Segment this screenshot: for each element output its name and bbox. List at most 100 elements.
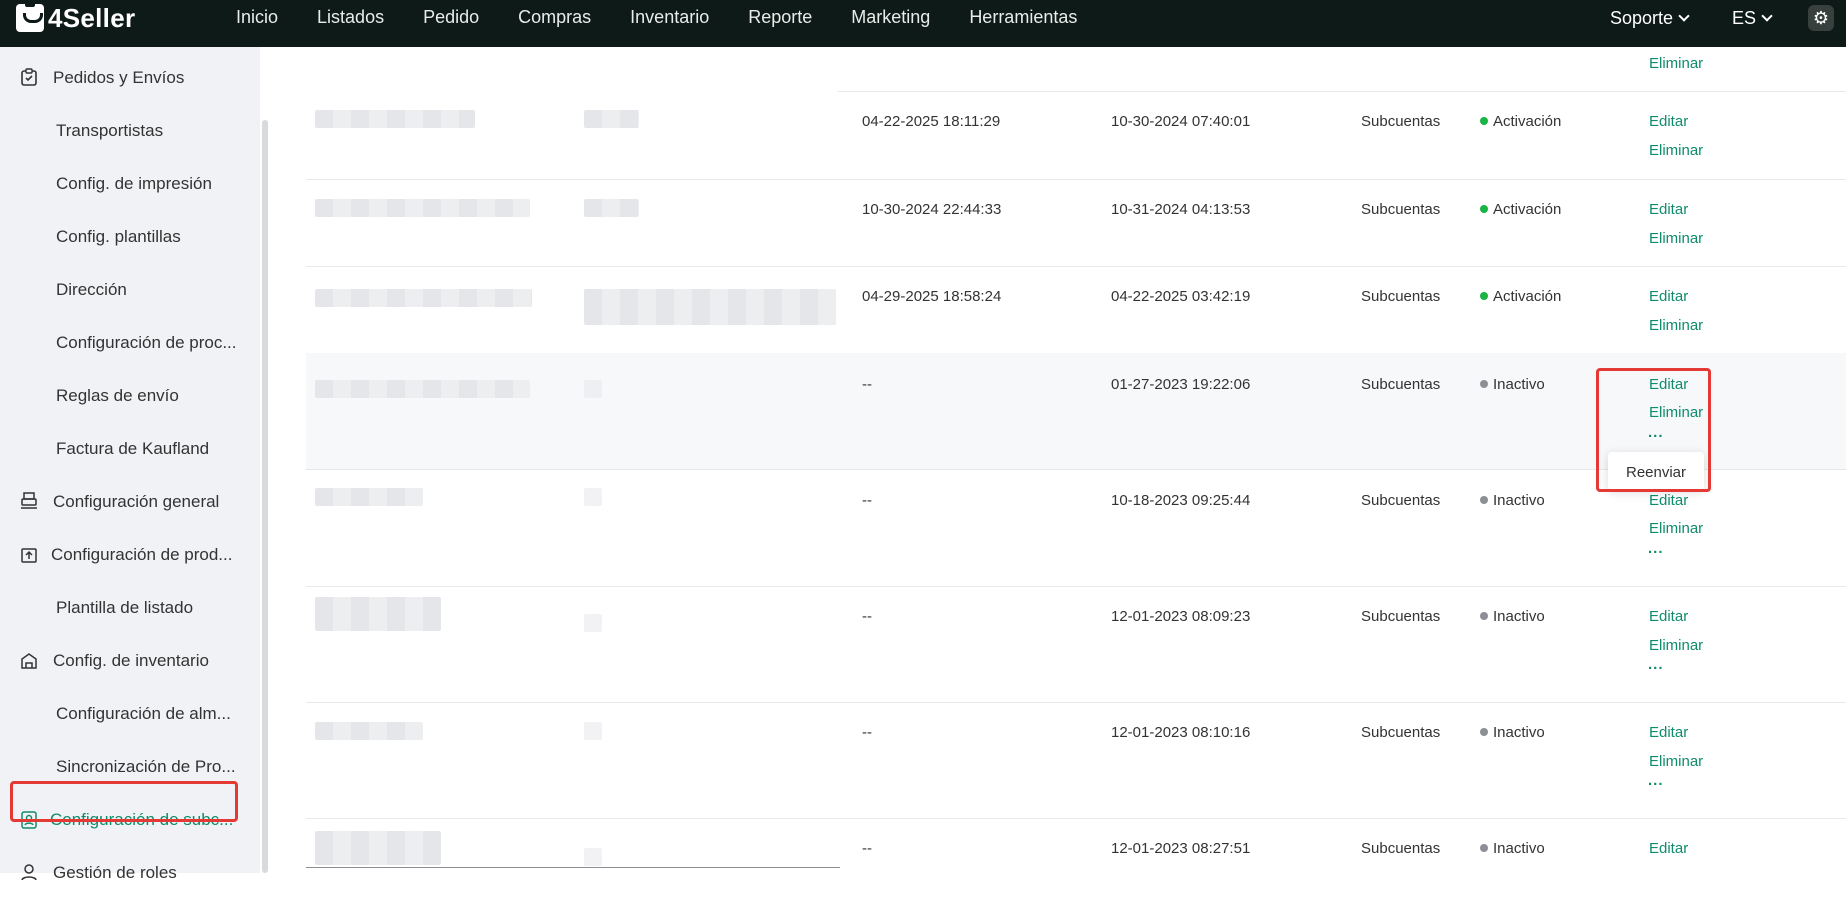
status-badge: Activación <box>1480 201 1561 218</box>
cell-type: Subcuentas <box>1361 288 1441 305</box>
sidebar-item-direccion[interactable]: Dirección <box>0 263 250 316</box>
edit-link[interactable]: Editar <box>1649 840 1688 857</box>
status-label: Activación <box>1493 113 1562 130</box>
status-dot <box>1480 844 1488 852</box>
horizontal-scrollbar[interactable] <box>306 867 840 868</box>
active-item-highlight <box>10 781 238 822</box>
delete-link[interactable]: Eliminar <box>1649 637 1703 654</box>
status-label: Inactivo <box>1493 376 1545 393</box>
cell-date-2: 10-18-2023 09:25:44 <box>1111 492 1251 509</box>
support-label: Soporte <box>1610 8 1674 28</box>
edit-link[interactable]: Editar <box>1649 608 1688 625</box>
sidebar-item-config-prod[interactable]: Configuración de prod... <box>0 528 250 581</box>
blurred-email <box>584 110 639 128</box>
printer-icon <box>21 492 37 509</box>
nav-listados[interactable]: Listados <box>317 0 384 34</box>
blurred-email <box>584 380 602 398</box>
status-dot <box>1480 205 1488 213</box>
clipboard-icon <box>21 68 37 86</box>
cell-date-1: -- <box>862 840 872 857</box>
sidebar-item-config-plantillas[interactable]: Config. plantillas <box>0 210 250 263</box>
status-label: Inactivo <box>1493 840 1545 857</box>
more-actions-button[interactable]: ... <box>1648 772 1664 789</box>
chevron-down-icon <box>1761 10 1773 22</box>
blurred-email <box>584 289 836 325</box>
delete-link[interactable]: Eliminar <box>1649 230 1703 247</box>
status-dot <box>1480 728 1488 736</box>
status-badge: Inactivo <box>1480 492 1545 509</box>
cell-date-2: 12-01-2023 08:27:51 <box>1111 840 1251 857</box>
status-label: Inactivo <box>1493 608 1545 625</box>
table-row <box>306 91 1846 180</box>
edit-link[interactable]: Editar <box>1649 113 1688 130</box>
sidebar-item-label: Configuración de alm... <box>56 704 231 723</box>
nav-reporte[interactable]: Reporte <box>748 0 812 34</box>
cell-date-1: 04-29-2025 18:58:24 <box>862 288 1002 305</box>
cell-type: Subcuentas <box>1361 608 1441 625</box>
gear-icon[interactable]: ⚙ <box>1808 5 1834 31</box>
delete-link[interactable]: Eliminar <box>1649 753 1703 770</box>
blurred-email <box>584 199 639 217</box>
support-menu[interactable]: Soporte <box>1610 0 1720 36</box>
blurred-name <box>315 597 441 631</box>
cell-date-1: 10-30-2024 22:44:33 <box>862 201 1002 218</box>
status-dot <box>1480 292 1488 300</box>
sidebar-item-config-impresion[interactable]: Config. de impresión <box>0 157 250 210</box>
cell-date-2: 12-01-2023 08:09:23 <box>1111 608 1251 625</box>
sidebar-item-pedidos-envios[interactable]: Pedidos y Envíos <box>0 51 250 104</box>
table-row <box>306 179 1846 267</box>
blurred-email <box>584 614 602 632</box>
nav-inventario[interactable]: Inventario <box>630 0 709 34</box>
nav-pedido[interactable]: Pedido <box>423 0 479 34</box>
delete-link[interactable]: Eliminar <box>1649 520 1703 537</box>
sidebar-item-transportistas[interactable]: Transportistas <box>0 104 250 157</box>
sidebar-item-label: Config. de inventario <box>53 651 209 670</box>
blurred-name <box>315 380 530 398</box>
edit-link[interactable]: Editar <box>1649 492 1688 509</box>
sidebar-item-label: Pedidos y Envíos <box>53 68 185 87</box>
more-actions-button[interactable]: ... <box>1648 656 1664 673</box>
sidebar-item-config-alm[interactable]: Configuración de alm... <box>0 687 250 740</box>
bag-logo-icon <box>16 1 44 32</box>
chevron-down-icon <box>1678 10 1690 22</box>
sidebar-item-reglas-envio[interactable]: Reglas de envío <box>0 369 250 422</box>
status-label: Activación <box>1493 201 1562 218</box>
cell-date-2: 04-22-2025 03:42:19 <box>1111 288 1251 305</box>
delete-link[interactable]: Eliminar <box>1649 317 1703 334</box>
edit-link[interactable]: Editar <box>1649 724 1688 741</box>
sidebar-item-config-inventario[interactable]: Config. de inventario <box>0 634 250 687</box>
more-actions-button[interactable]: ... <box>1648 540 1664 557</box>
language-menu[interactable]: ES <box>1732 0 1792 36</box>
blurred-name <box>315 199 530 217</box>
edit-link[interactable]: Editar <box>1649 201 1688 218</box>
sidebar-item-config-proc[interactable]: Configuración de proc... <box>0 316 250 369</box>
nav-compras[interactable]: Compras <box>518 0 591 34</box>
status-badge: Activación <box>1480 288 1561 305</box>
warehouse-icon <box>21 653 37 669</box>
blurred-name <box>315 722 423 740</box>
sidebar-item-factura-kaufland[interactable]: Factura de Kaufland <box>0 422 250 475</box>
blurred-name <box>315 831 441 865</box>
sidebar-item-label: Transportistas <box>56 121 164 140</box>
nav-inicio[interactable]: Inicio <box>236 0 278 34</box>
language-label: ES <box>1732 8 1757 28</box>
table-row <box>306 702 1846 819</box>
blurred-email <box>584 848 602 866</box>
delete-link[interactable]: Eliminar <box>1649 55 1703 72</box>
cell-type: Subcuentas <box>1361 724 1441 741</box>
cell-type: Subcuentas <box>1361 840 1441 857</box>
brand-logo[interactable]: 4Seller <box>16 1 135 33</box>
nav-marketing[interactable]: Marketing <box>851 0 930 34</box>
sidebar-item-label: Config. de impresión <box>56 174 212 193</box>
status-badge: Activación <box>1480 113 1561 130</box>
edit-link[interactable]: Editar <box>1649 288 1688 305</box>
sidebar-item-config-general[interactable]: Configuración general <box>0 475 250 528</box>
cell-date-1: -- <box>862 492 872 509</box>
status-dot <box>1480 612 1488 620</box>
status-badge: Inactivo <box>1480 608 1545 625</box>
cell-date-1: -- <box>862 724 872 741</box>
delete-link[interactable]: Eliminar <box>1649 142 1703 159</box>
sidebar-item-plantilla-listado[interactable]: Plantilla de listado <box>0 581 250 634</box>
cell-date-1: -- <box>862 376 872 393</box>
nav-herramientas[interactable]: Herramientas <box>969 0 1077 34</box>
